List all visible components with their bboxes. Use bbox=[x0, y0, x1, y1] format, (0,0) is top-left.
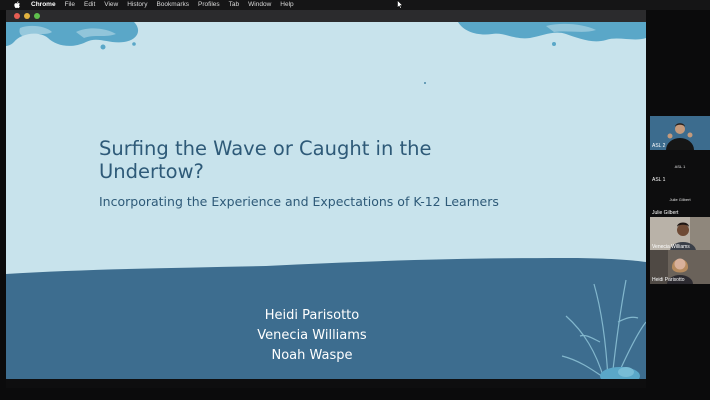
video-tile-julie-gilbert[interactable]: Julie Gilbert Julie Gilbert bbox=[650, 183, 710, 217]
slide-subtitle: Incorporating the Experience and Expecta… bbox=[99, 194, 499, 209]
menu-profiles[interactable]: Profiles bbox=[198, 0, 220, 10]
presentation-slide: Surfing the Wave or Caught in the Undert… bbox=[6, 22, 646, 379]
participant-name: Heidi Parisotto bbox=[652, 277, 685, 283]
slide-title: Surfing the Wave or Caught in the Undert… bbox=[99, 137, 432, 183]
presenter-list: Heidi Parisotto Venecia Williams Noah Wa… bbox=[212, 306, 412, 366]
participant-caption: ASL 1 bbox=[674, 164, 686, 169]
menu-history[interactable]: History bbox=[127, 0, 147, 10]
menu-tab[interactable]: Tab bbox=[229, 0, 239, 10]
menu-file[interactable]: File bbox=[65, 0, 75, 10]
apple-icon[interactable] bbox=[13, 1, 21, 9]
presenter-name: Venecia Williams bbox=[257, 328, 367, 343]
window-bottom-bar bbox=[6, 379, 646, 388]
video-tile-asl-1[interactable]: ASL 1 ASL 1 bbox=[650, 150, 710, 184]
participant-name: Julie Gilbert bbox=[652, 210, 679, 216]
close-window-button[interactable] bbox=[14, 13, 20, 19]
video-tile-asl-2[interactable]: ASL 2 bbox=[650, 116, 710, 150]
video-tile-venecia-williams[interactable]: Venecia Williams bbox=[650, 217, 710, 251]
menu-window[interactable]: Window bbox=[248, 0, 271, 10]
minimize-window-button[interactable] bbox=[24, 13, 30, 19]
fullscreen-window-button[interactable] bbox=[34, 13, 40, 19]
menu-bookmarks[interactable]: Bookmarks bbox=[156, 0, 189, 10]
participant-name: ASL 2 bbox=[652, 143, 666, 149]
mac-menu-bar: Chrome File Edit View History Bookmarks … bbox=[0, 0, 710, 10]
menu-chrome[interactable]: Chrome bbox=[31, 0, 56, 10]
presenter-name: Heidi Parisotto bbox=[264, 308, 360, 323]
video-tile-heidi-parisotto[interactable]: Heidi Parisotto bbox=[650, 250, 710, 284]
participant-caption: Julie Gilbert bbox=[669, 197, 691, 202]
menu-view[interactable]: View bbox=[104, 0, 118, 10]
presenter-name: Noah Waspe bbox=[271, 348, 353, 363]
browser-window: Surfing the Wave or Caught in the Undert… bbox=[6, 10, 646, 388]
menu-help[interactable]: Help bbox=[280, 0, 293, 10]
mouse-cursor-icon bbox=[397, 0, 403, 9]
window-titlebar bbox=[6, 10, 646, 22]
menu-edit[interactable]: Edit bbox=[84, 0, 95, 10]
